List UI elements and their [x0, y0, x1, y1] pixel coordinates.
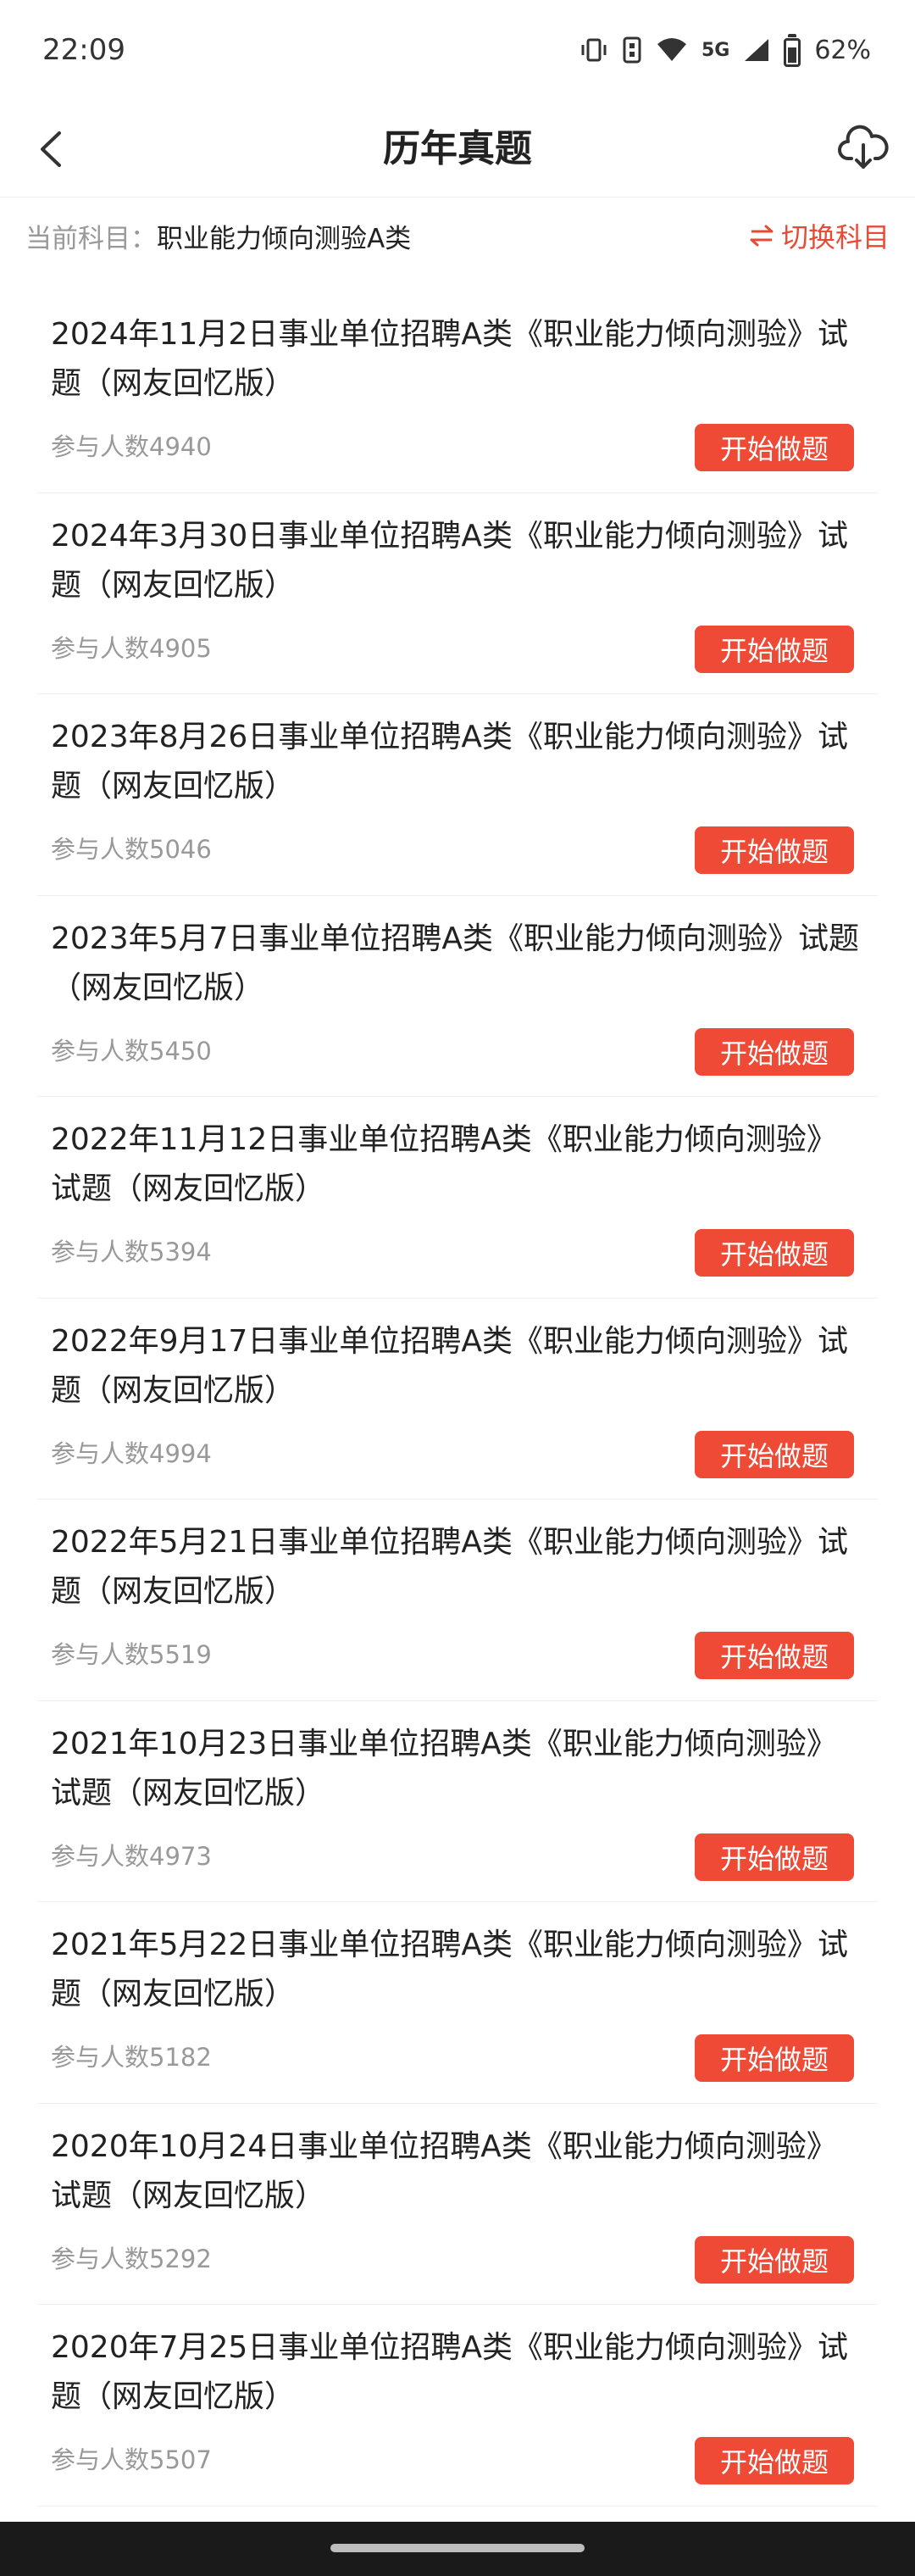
vibrate-icon	[580, 36, 608, 64]
system-nav-bar	[0, 2522, 915, 2576]
start-practice-button[interactable]: 开始做题	[695, 2235, 854, 2284]
start-practice-button[interactable]: 开始做题	[695, 1833, 854, 1881]
current-subject: 当前科目：职业能力倾向测验A类	[25, 217, 411, 255]
start-practice-button[interactable]: 开始做题	[695, 2437, 854, 2484]
start-practice-button[interactable]: 开始做题	[695, 1430, 854, 1478]
status-bar: 22:09 5G 62%	[0, 0, 915, 100]
start-practice-button[interactable]: 开始做题	[695, 1229, 854, 1277]
status-icons: 5G 62%	[580, 33, 871, 67]
start-practice-button[interactable]: 开始做题	[695, 826, 854, 874]
battery-level: 62%	[814, 35, 871, 65]
switch-subject-button[interactable]: 切换科目	[749, 216, 890, 255]
participant-count: 参与人数4994	[51, 1438, 212, 1468]
participant-count: 参与人数5507	[51, 2445, 212, 2474]
list-item[interactable]: 2024年3月30日事业单位招聘A类《职业能力倾向测验》试题（网友回忆版） 参与…	[37, 493, 878, 694]
participant-count: 参与人数4973	[51, 1841, 212, 1871]
exam-title: 2024年3月30日事业单位招聘A类《职业能力倾向测验》试题（网友回忆版）	[51, 518, 848, 603]
exam-title: 2024年11月2日事业单位招聘A类《职业能力倾向测验》试题（网友回忆版）	[51, 317, 848, 401]
switch-subject-label: 切换科目	[780, 221, 890, 253]
nfc-icon	[622, 36, 642, 64]
status-time: 22:09	[42, 33, 125, 67]
exam-list: 2024年11月2日事业单位招聘A类《职业能力倾向测验》试题（网友回忆版） 参与…	[37, 292, 878, 2506]
home-indicator[interactable]	[330, 2544, 585, 2552]
list-item[interactable]: 2024年11月2日事业单位招聘A类《职业能力倾向测验》试题（网友回忆版） 参与…	[37, 292, 878, 493]
start-practice-button[interactable]: 开始做题	[695, 1632, 854, 1679]
list-item[interactable]: 2020年7月25日事业单位招聘A类《职业能力倾向测验》试题（网友回忆版） 参与…	[37, 2305, 878, 2506]
exam-title: 2023年5月7日事业单位招聘A类《职业能力倾向测验》试题（网友回忆版）	[51, 921, 860, 1005]
start-practice-button[interactable]: 开始做题	[695, 424, 854, 471]
exam-title: 2020年10月24日事业单位招聘A类《职业能力倾向测验》试题（网友回忆版）	[51, 2128, 837, 2213]
exam-title: 2022年5月21日事业单位招聘A类《职业能力倾向测验》试题（网友回忆版）	[51, 1525, 848, 1609]
list-item[interactable]: 2023年8月26日事业单位招聘A类《职业能力倾向测验》试题（网友回忆版） 参与…	[37, 694, 878, 896]
subject-value: 职业能力倾向测验A类	[157, 223, 412, 254]
nav-bar: 历年真题	[0, 100, 915, 198]
start-practice-button[interactable]: 开始做题	[695, 2034, 854, 2082]
exam-title: 2023年8月26日事业单位招聘A类《职业能力倾向测验》试题（网友回忆版）	[51, 720, 848, 804]
participant-count: 参与人数5519	[51, 1640, 212, 1669]
exam-title: 2021年10月23日事业单位招聘A类《职业能力倾向测验》试题（网友回忆版）	[51, 1726, 837, 1811]
list-item[interactable]: 2021年10月23日事业单位招聘A类《职业能力倾向测验》试题（网友回忆版） 参…	[37, 1701, 878, 1902]
start-practice-button[interactable]: 开始做题	[695, 1027, 854, 1076]
swap-icon	[750, 225, 774, 247]
participant-count: 参与人数5046	[51, 835, 212, 864]
exam-title: 2020年7月25日事业单位招聘A类《职业能力倾向测验》试题（网友回忆版）	[51, 2330, 848, 2414]
participant-count: 参与人数5182	[51, 2043, 212, 2072]
list-item[interactable]: 2023年5月7日事业单位招聘A类《职业能力倾向测验》试题（网友回忆版） 参与人…	[37, 896, 878, 1097]
participant-count: 参与人数4905	[51, 633, 212, 663]
exam-title: 2022年11月12日事业单位招聘A类《职业能力倾向测验》试题（网友回忆版）	[51, 1122, 837, 1206]
exam-title: 2021年5月22日事业单位招聘A类《职业能力倾向测验》试题（网友回忆版）	[51, 1928, 848, 2011]
page-title: 历年真题	[383, 127, 532, 170]
participant-count: 参与人数5394	[51, 1238, 212, 1266]
download-button[interactable]	[835, 120, 891, 176]
subject-row: 当前科目：职业能力倾向测验A类 切换科目	[0, 198, 915, 274]
start-practice-button[interactable]: 开始做题	[695, 625, 854, 673]
battery-icon	[784, 33, 801, 67]
list-item[interactable]: 2022年11月12日事业单位招聘A类《职业能力倾向测验》试题（网友回忆版） 参…	[37, 1097, 878, 1299]
list-item[interactable]: 2020年10月24日事业单位招聘A类《职业能力倾向测验》试题（网友回忆版） 参…	[37, 2104, 878, 2305]
subject-label: 当前科目：	[25, 223, 157, 254]
list-item[interactable]: 2022年9月17日事业单位招聘A类《职业能力倾向测验》试题（网友回忆版） 参与…	[37, 1299, 878, 1499]
exam-title: 2022年9月17日事业单位招聘A类《职业能力倾向测验》试题（网友回忆版）	[51, 1323, 848, 1408]
participant-count: 参与人数5292	[51, 2244, 212, 2273]
list-item[interactable]: 2022年5月21日事业单位招聘A类《职业能力倾向测验》试题（网友回忆版） 参与…	[37, 1499, 878, 1701]
participant-count: 参与人数5450	[51, 1036, 212, 1065]
signal-icon	[743, 37, 770, 63]
participant-count: 参与人数4940	[51, 432, 212, 461]
download-icon	[838, 125, 889, 169]
network-type: 5G	[701, 39, 730, 61]
list-item[interactable]: 2021年5月22日事业单位招聘A类《职业能力倾向测验》试题（网友回忆版） 参与…	[37, 1902, 878, 2104]
wifi-icon	[656, 37, 688, 63]
